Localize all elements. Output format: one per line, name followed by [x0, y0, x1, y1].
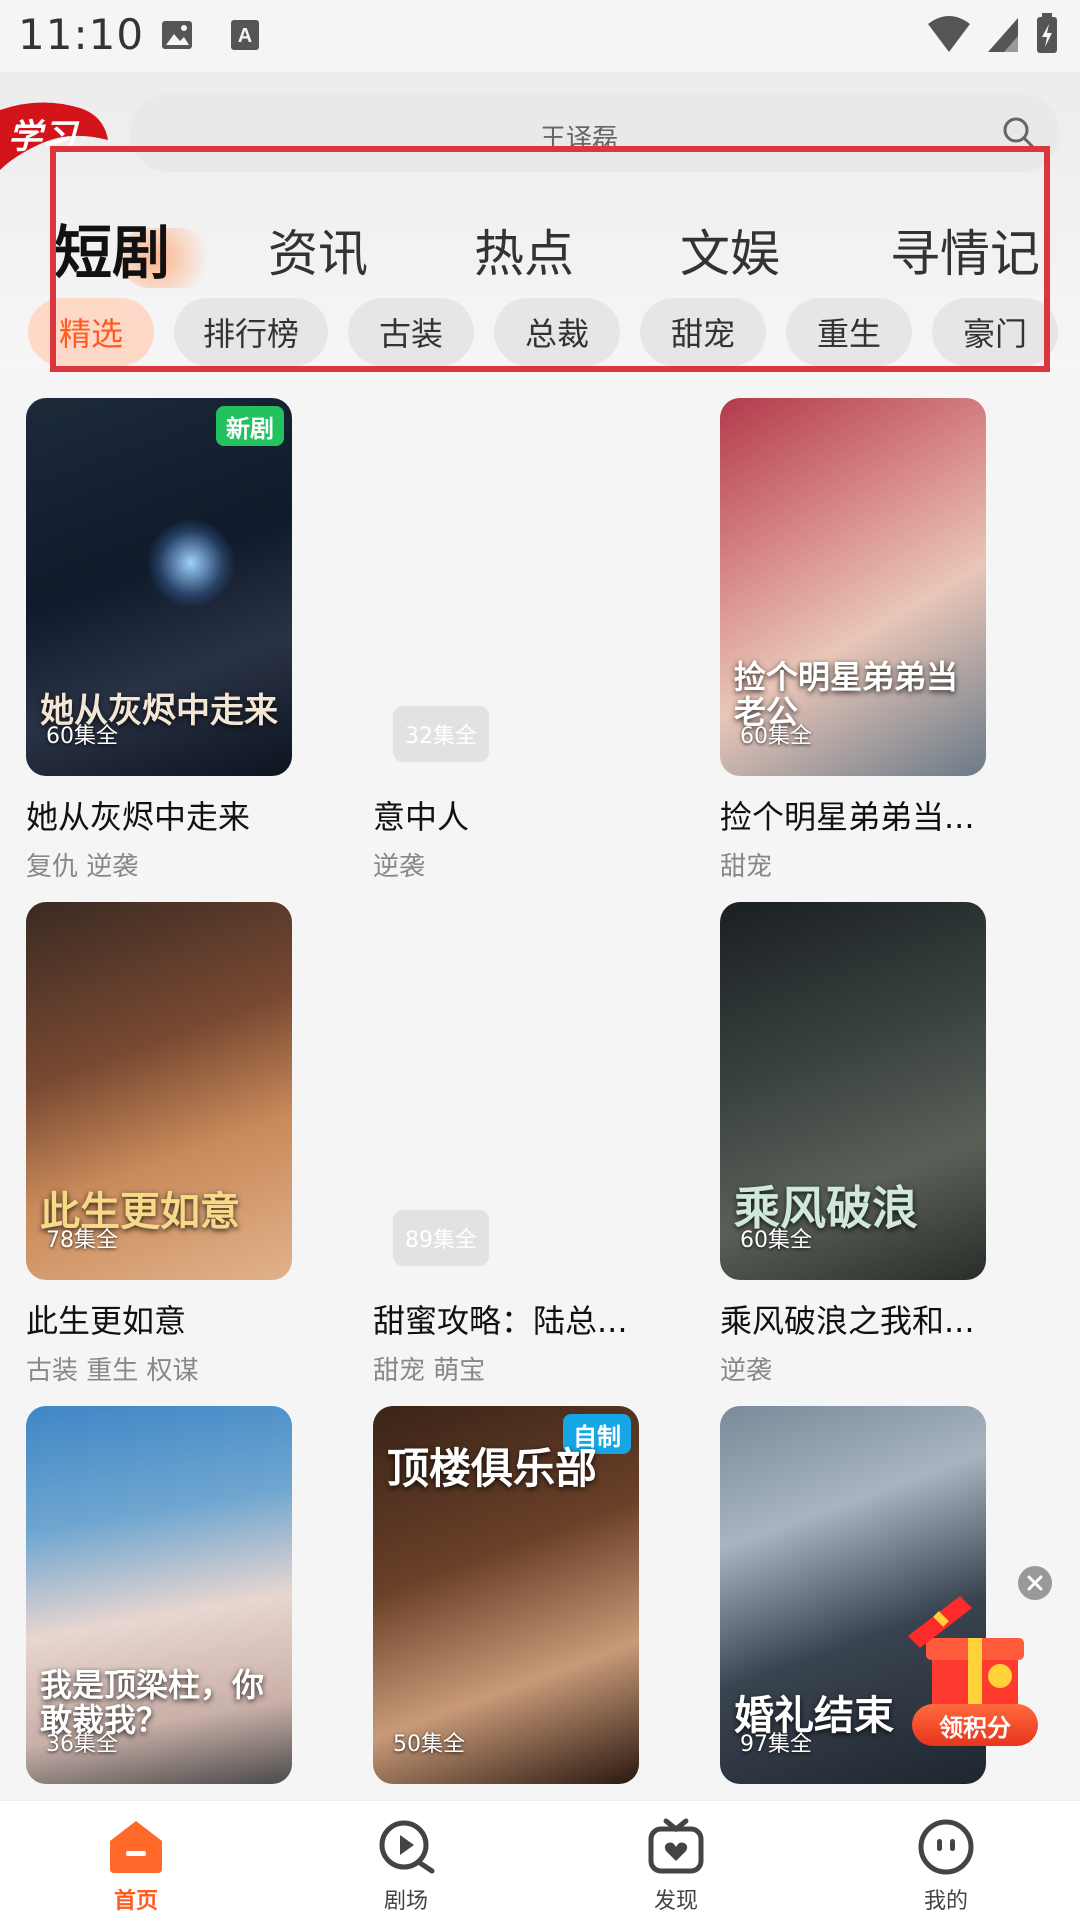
- episode-count: 32集全: [393, 706, 489, 762]
- drama-card[interactable]: 89集全 甜蜜攻略：陆总... 甜宠 萌宝: [373, 902, 639, 1387]
- drama-tags: 逆袭: [720, 1356, 773, 1386]
- image-notification-icon: [162, 21, 192, 49]
- episode-count: 36集全: [46, 1732, 118, 1757]
- drama-card[interactable]: 新剧 她从灰烬中走来 60集全 她从灰烬中走来 复仇 逆袭: [26, 398, 292, 883]
- profile-face-icon: [918, 1819, 974, 1875]
- nav-theater-label: 剧场: [383, 1889, 428, 1914]
- drama-poster[interactable]: 新剧 她从灰烬中走来 60集全: [26, 398, 292, 776]
- drama-poster[interactable]: 乘风破浪 60集全: [720, 902, 986, 1280]
- episode-count: 60集全: [740, 1228, 812, 1253]
- chip-paihangbang[interactable]: 排行榜: [174, 298, 328, 366]
- bottom-nav: 首页 剧场 发现 我的: [0, 1800, 1080, 1920]
- tv-heart-icon: [648, 1818, 704, 1874]
- drama-card[interactable]: 乘风破浪 60集全 乘风破浪之我和... 逆袭: [720, 902, 986, 1387]
- drama-card[interactable]: 32集全 意中人 逆袭: [373, 398, 639, 883]
- wifi-icon: [928, 16, 970, 52]
- drama-poster[interactable]: 89集全: [373, 902, 639, 1280]
- tab-zixun[interactable]: 资讯: [268, 214, 368, 286]
- drama-card[interactable]: 捡个明星弟弟当老公 60集全 捡个明星弟弟当... 甜宠: [720, 398, 986, 883]
- drama-tags: 逆袭: [373, 852, 426, 882]
- drama-title: 意中人: [373, 798, 470, 836]
- drama-poster[interactable]: 此生更如意 78集全: [26, 902, 292, 1280]
- drama-title: 甜蜜攻略：陆总...: [373, 1302, 628, 1340]
- episode-count: 50集全: [393, 1732, 465, 1757]
- drama-poster[interactable]: 我是顶梁柱，你敢裁我？ 36集全: [26, 1406, 292, 1784]
- header: 学习 王译磊 短剧 资讯 热点 文娱 寻情记 精选 排行榜 古装 总裁 甜宠 重…: [0, 72, 1080, 372]
- svg-text:学习: 学习: [8, 117, 80, 157]
- category-chips: 精选 排行榜 古装 总裁 甜宠 重生 豪门: [0, 298, 1080, 368]
- nav-discover[interactable]: 发现: [606, 1809, 746, 1920]
- episode-count: 60集全: [740, 724, 812, 749]
- status-time: 11:10: [18, 10, 145, 59]
- nav-mine-label: 我的: [923, 1889, 968, 1914]
- drama-card[interactable]: 此生更如意 78集全 此生更如意 古装 重生 权谋: [26, 902, 292, 1387]
- nav-discover-label: 发现: [653, 1889, 698, 1914]
- poster-title-text: 顶楼俱乐部: [387, 1444, 598, 1493]
- drama-poster[interactable]: 32集全: [373, 398, 639, 776]
- nav-theater[interactable]: 剧场: [336, 1809, 476, 1920]
- tab-xunqingji[interactable]: 寻情记: [890, 214, 1040, 286]
- chip-zongcai[interactable]: 总裁: [494, 298, 620, 366]
- episode-count: 97集全: [740, 1732, 812, 1757]
- drama-card[interactable]: 自制 顶楼俱乐部 50集全: [373, 1406, 639, 1784]
- drama-tags: 古装 重生 权谋: [26, 1356, 199, 1386]
- chip-tianchong[interactable]: 甜宠: [640, 298, 766, 366]
- episode-count: 78集全: [46, 1228, 118, 1253]
- play-circle-icon: [379, 1820, 435, 1874]
- channel-tabs: 短剧 资讯 热点 文娱 寻情记: [0, 190, 1080, 290]
- chip-haomen[interactable]: 豪门: [932, 298, 1058, 366]
- drama-card[interactable]: 我是顶梁柱，你敢裁我？ 36集全: [26, 1406, 292, 1784]
- nav-home[interactable]: 首页: [66, 1809, 206, 1920]
- episode-count: 89集全: [393, 1210, 489, 1266]
- chip-jingxuan[interactable]: 精选: [28, 298, 154, 366]
- tab-duanju[interactable]: 短剧: [54, 206, 170, 290]
- drama-tags: 复仇 逆袭: [26, 852, 139, 882]
- tab-redian[interactable]: 热点: [474, 214, 574, 286]
- status-bar: 11:10 A: [0, 0, 1080, 72]
- svg-text:A: A: [238, 25, 252, 47]
- search-placeholder: 王译磊: [540, 124, 619, 154]
- chip-chongsheng[interactable]: 重生: [786, 298, 912, 366]
- search-bar[interactable]: 王译磊: [130, 94, 1060, 172]
- drama-title: 捡个明星弟弟当...: [720, 798, 975, 836]
- drama-poster[interactable]: 自制 顶楼俱乐部 50集全: [373, 1406, 639, 1784]
- text-notification-icon: A: [231, 20, 259, 50]
- cellular-signal-icon: [988, 18, 1018, 52]
- drama-poster[interactable]: 捡个明星弟弟当老公 60集全: [720, 398, 986, 776]
- drama-title: 此生更如意: [26, 1302, 187, 1340]
- chip-guzhuang[interactable]: 古装: [348, 298, 474, 366]
- episode-count: 60集全: [46, 724, 118, 749]
- drama-title: 乘风破浪之我和...: [720, 1302, 975, 1340]
- new-badge: 新剧: [216, 406, 284, 446]
- drama-title: 她从灰烬中走来: [26, 798, 251, 836]
- claim-points-button[interactable]: 领积分: [912, 1704, 1038, 1746]
- nav-mine[interactable]: 我的: [876, 1809, 1016, 1920]
- app-logo-icon[interactable]: 学习: [0, 100, 112, 174]
- battery-icon: [1037, 13, 1057, 53]
- home-icon: [110, 1821, 162, 1873]
- drama-tags: 甜宠: [720, 852, 773, 882]
- nav-home-label: 首页: [113, 1889, 158, 1914]
- drama-tags: 甜宠 萌宝: [373, 1356, 486, 1386]
- search-icon[interactable]: [1000, 114, 1038, 152]
- tab-wenyu[interactable]: 文娱: [680, 214, 780, 286]
